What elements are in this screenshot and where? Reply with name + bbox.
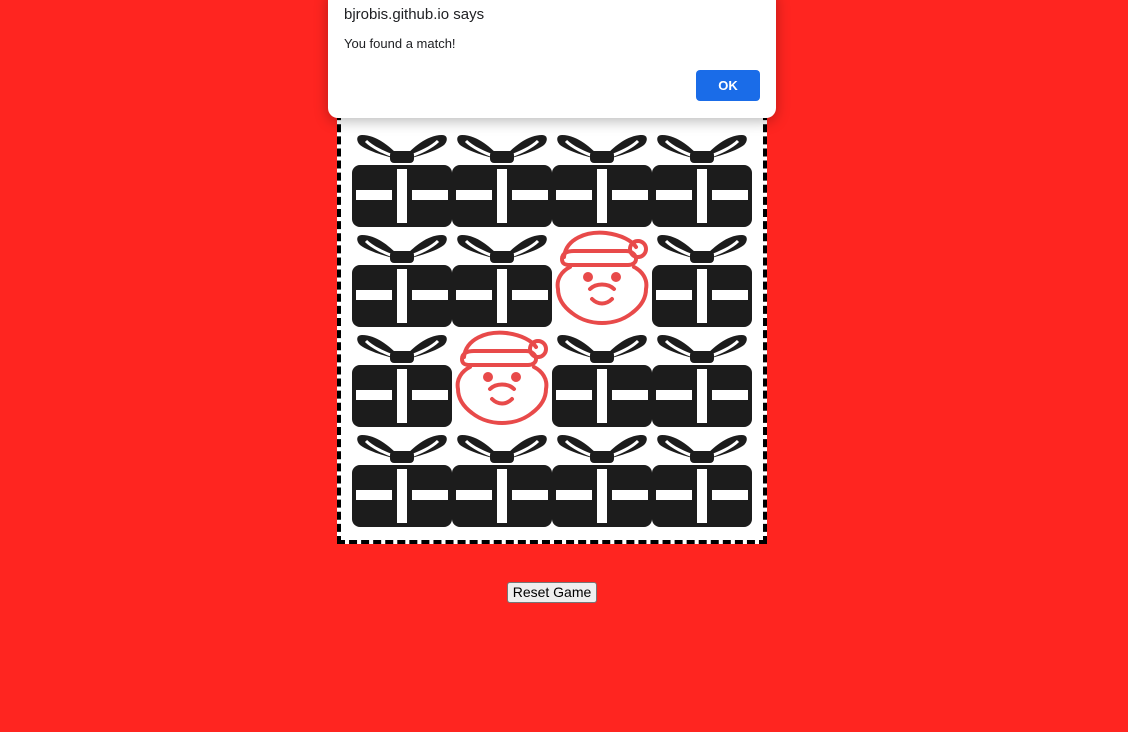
card-grid: [352, 127, 752, 527]
alert-dialog: bjrobis.github.io says You found a match…: [328, 0, 776, 118]
card-r1c4[interactable]: [652, 127, 752, 227]
ok-button[interactable]: OK: [696, 70, 760, 101]
card-r1c2[interactable]: [452, 127, 552, 227]
card-r1c3[interactable]: [552, 127, 652, 227]
card-r3c3[interactable]: [552, 327, 652, 427]
card-r2c4[interactable]: [652, 227, 752, 327]
card-r2c2[interactable]: [452, 227, 552, 327]
card-r4c1[interactable]: [352, 427, 452, 527]
card-r3c1[interactable]: [352, 327, 452, 427]
card-r4c3[interactable]: [552, 427, 652, 527]
game-board: [337, 100, 767, 544]
card-r4c2[interactable]: [452, 427, 552, 527]
card-r1c1[interactable]: [352, 127, 452, 227]
card-r4c4[interactable]: [652, 427, 752, 527]
card-r3c2[interactable]: [452, 327, 552, 427]
card-r2c3[interactable]: [552, 227, 652, 327]
card-r3c4[interactable]: [652, 327, 752, 427]
card-r2c1[interactable]: [352, 227, 452, 327]
dialog-origin: bjrobis.github.io says: [344, 6, 485, 23]
dialog-message: You found a match!: [344, 36, 456, 51]
reset-game-button[interactable]: Reset Game: [507, 582, 597, 603]
